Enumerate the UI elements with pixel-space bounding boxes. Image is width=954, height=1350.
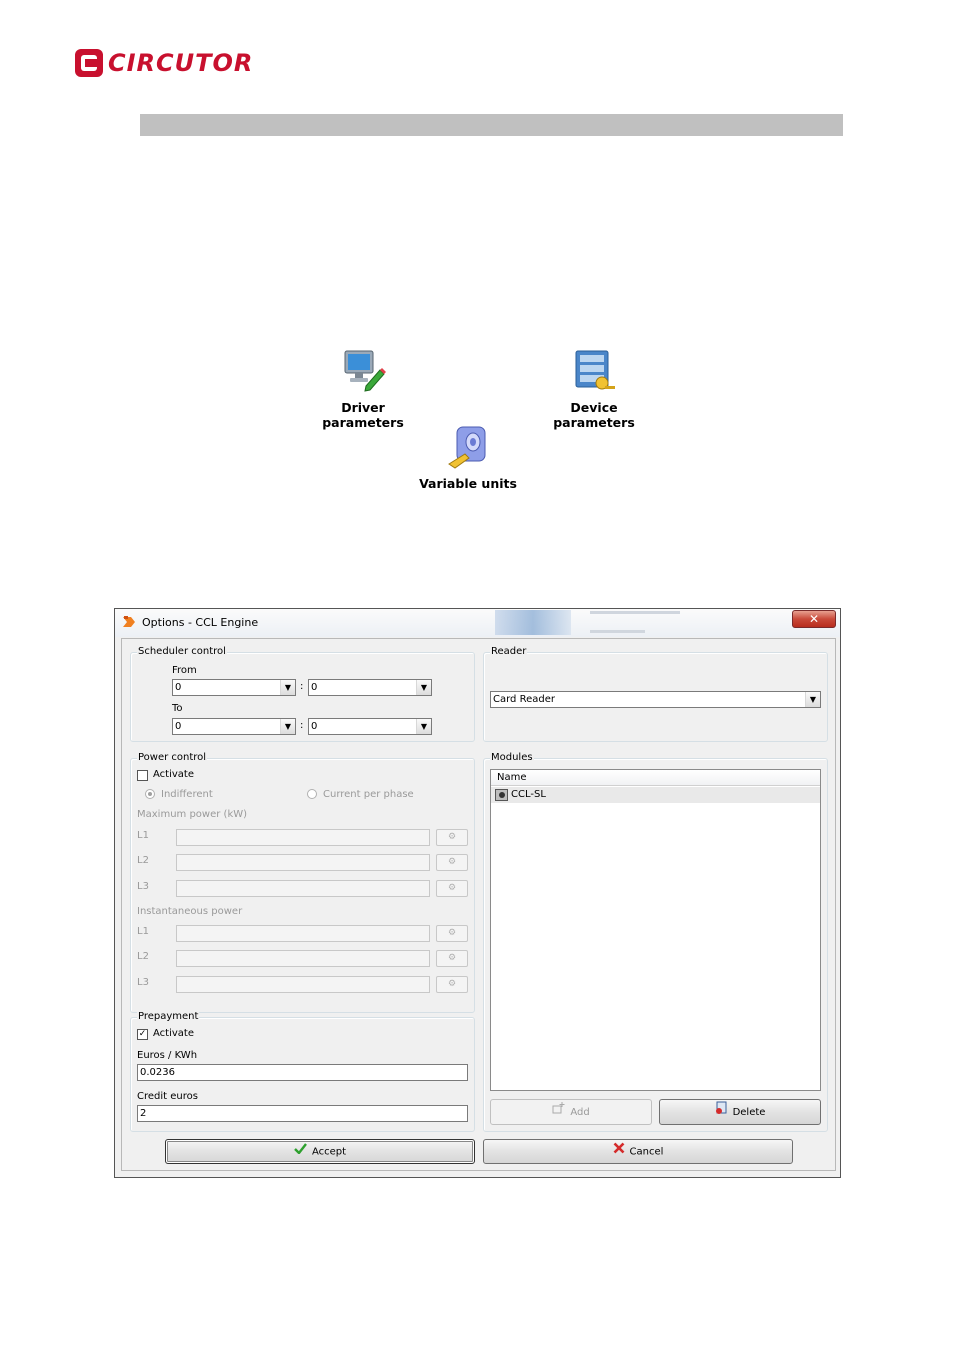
inst-l3-action-button[interactable]: ⚙ bbox=[436, 976, 468, 993]
power-activate-checkbox[interactable] bbox=[137, 770, 148, 781]
modules-column-header[interactable]: Name bbox=[491, 770, 820, 786]
inst-l3-label: L3 bbox=[137, 977, 149, 988]
name-column-label: Name bbox=[497, 772, 527, 783]
to-label: To bbox=[172, 703, 183, 714]
euros-kwh-input[interactable]: 0.0236 bbox=[137, 1064, 468, 1081]
inst-l1-action-button[interactable]: ⚙ bbox=[436, 925, 468, 942]
inst-l3-input[interactable] bbox=[176, 976, 430, 993]
chevron-down-icon[interactable]: ▼ bbox=[805, 692, 820, 707]
max-l2-input[interactable] bbox=[176, 854, 430, 871]
euros-kwh-label: Euros / KWh bbox=[137, 1050, 198, 1061]
inst-l2-label: L2 bbox=[137, 951, 149, 962]
delete-module-button[interactable]: Delete bbox=[659, 1099, 821, 1125]
app-icon bbox=[122, 615, 136, 632]
max-l2-label: L2 bbox=[137, 855, 149, 866]
prepayment-activate-label: Activate bbox=[153, 1028, 194, 1039]
to-minute-select[interactable]: 0 ▼ bbox=[308, 718, 432, 735]
max-l1-label: L1 bbox=[137, 830, 149, 841]
settings-icon: ⚙ bbox=[447, 883, 457, 893]
chevron-down-icon[interactable]: ▼ bbox=[416, 719, 431, 734]
modules-list[interactable]: Name CCL-SL bbox=[490, 769, 821, 1091]
from-minute-select[interactable]: 0 ▼ bbox=[308, 679, 432, 696]
max-l3-label: L3 bbox=[137, 881, 149, 892]
max-l1-action-button[interactable]: ⚙ bbox=[436, 829, 468, 846]
accept-button[interactable]: Accept bbox=[165, 1139, 475, 1164]
device-parameters-label: Device parameters bbox=[553, 400, 635, 430]
current-per-phase-radio[interactable] bbox=[307, 789, 317, 799]
variable-units-label: Variable units bbox=[419, 476, 517, 491]
scheduler-control-label: Scheduler control bbox=[137, 646, 227, 657]
max-l3-action-button[interactable]: ⚙ bbox=[436, 880, 468, 897]
circutor-logo-icon bbox=[73, 47, 105, 79]
monitor-pen-icon bbox=[300, 348, 426, 397]
background-window-graphic bbox=[495, 610, 571, 635]
inst-l1-label: L1 bbox=[137, 926, 149, 937]
cancel-button[interactable]: Cancel bbox=[483, 1139, 793, 1164]
chevron-down-icon[interactable]: ▼ bbox=[280, 719, 295, 734]
dialog-title: Options - CCL Engine bbox=[142, 616, 259, 629]
dialog-client-area: Scheduler control From 0 ▼ : 0 ▼ To 0 ▼ … bbox=[121, 638, 836, 1171]
max-l3-input[interactable] bbox=[176, 880, 430, 897]
add-module-icon bbox=[552, 1100, 565, 1124]
power-control-label: Power control bbox=[137, 752, 208, 763]
list-item[interactable]: CCL-SL bbox=[491, 787, 820, 803]
close-button[interactable]: ✕ bbox=[792, 610, 836, 628]
delete-module-icon bbox=[715, 1100, 728, 1124]
max-l2-action-button[interactable]: ⚙ bbox=[436, 854, 468, 871]
chevron-down-icon[interactable]: ▼ bbox=[416, 680, 431, 695]
maximum-power-label: Maximum power (kW) bbox=[137, 809, 248, 820]
background-window-text bbox=[590, 611, 680, 614]
dialog-titlebar[interactable]: Options - CCL Engine ✕ bbox=[115, 609, 840, 637]
instantaneous-power-label: Instantaneous power bbox=[137, 906, 243, 917]
device-parameters-button[interactable]: Device parameters bbox=[530, 348, 658, 430]
module-icon bbox=[495, 789, 508, 804]
settings-icon: ⚙ bbox=[447, 979, 457, 989]
credit-euros-input[interactable]: 2 bbox=[137, 1105, 468, 1122]
settings-icon: ⚙ bbox=[447, 832, 457, 842]
max-l1-input[interactable] bbox=[176, 829, 430, 846]
cancel-x-icon bbox=[613, 1140, 625, 1163]
brand-name: CIRCUTOR bbox=[108, 49, 254, 77]
prepayment-label: Prepayment bbox=[137, 1011, 200, 1022]
reader-select[interactable]: Card Reader ▼ bbox=[490, 691, 821, 708]
module-name: CCL-SL bbox=[511, 789, 546, 800]
to-hour-select[interactable]: 0 ▼ bbox=[172, 718, 296, 735]
background-window-text bbox=[590, 630, 645, 633]
settings-icon: ⚙ bbox=[447, 928, 457, 938]
chevron-down-icon[interactable]: ▼ bbox=[280, 680, 295, 695]
options-dialog: Options - CCL Engine ✕ Scheduler control… bbox=[114, 608, 841, 1178]
driver-parameters-label: Driver parameters bbox=[322, 400, 404, 430]
variable-units-button[interactable]: Variable units bbox=[412, 424, 524, 491]
settings-icon: ⚙ bbox=[447, 953, 457, 963]
power-activate-label: Activate bbox=[153, 769, 194, 780]
credit-euros-label: Credit euros bbox=[137, 1091, 198, 1102]
from-hour-select[interactable]: 0 ▼ bbox=[172, 679, 296, 696]
modules-label: Modules bbox=[490, 752, 534, 763]
reader-label: Reader bbox=[490, 646, 528, 657]
inst-l1-input[interactable] bbox=[176, 925, 430, 942]
settings-icon: ⚙ bbox=[447, 857, 457, 867]
database-key-icon bbox=[530, 348, 658, 397]
indifferent-label: Indifferent bbox=[161, 789, 213, 800]
indifferent-radio[interactable] bbox=[145, 789, 155, 799]
checkmark-icon bbox=[294, 1140, 307, 1163]
add-module-button[interactable]: Add bbox=[490, 1099, 652, 1125]
time-separator: : bbox=[300, 681, 304, 692]
prepayment-activate-checkbox[interactable]: ✓ bbox=[137, 1029, 148, 1040]
inst-l2-input[interactable] bbox=[176, 950, 430, 967]
unit-disc-icon bbox=[412, 424, 524, 473]
time-separator: : bbox=[300, 720, 304, 731]
driver-parameters-button[interactable]: Driver parameters bbox=[300, 348, 426, 430]
section-header-bar bbox=[140, 114, 843, 136]
inst-l2-action-button[interactable]: ⚙ bbox=[436, 950, 468, 967]
from-label: From bbox=[172, 665, 197, 676]
current-per-phase-label: Current per phase bbox=[323, 789, 414, 800]
